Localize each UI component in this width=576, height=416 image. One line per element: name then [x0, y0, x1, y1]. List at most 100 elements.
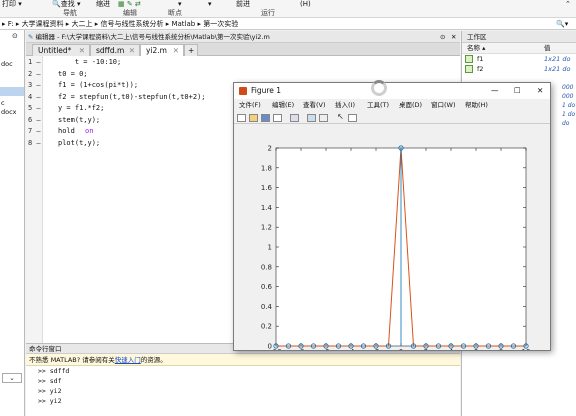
line-number[interactable]: 6 –	[28, 115, 43, 127]
section-label-run: 运行	[261, 9, 275, 17]
file-item-selected[interactable]	[0, 87, 24, 96]
new-figure-icon[interactable]	[237, 114, 246, 122]
tab-untitled[interactable]: Untitled* ✕	[32, 44, 90, 56]
figure-titlebar[interactable]: Figure 1 — ☐ ✕	[234, 83, 550, 99]
indent-button[interactable]: 缩进	[96, 0, 110, 9]
menu-tools[interactable]: 工具(T)	[367, 99, 389, 112]
breadcrumb-4[interactable]: Matlab	[171, 20, 195, 28]
editor-close-icon[interactable]: ✕	[451, 31, 456, 42]
editor-icon: ✎	[28, 33, 34, 41]
add-tab-button[interactable]: +	[184, 44, 198, 56]
command-window-notice: 不熟悉 MATLAB? 请参阅有关快速入门的资源。	[26, 354, 460, 366]
run-advance-button[interactable]: (H)	[300, 0, 311, 9]
line-number[interactable]: 7 –	[28, 126, 43, 138]
matrix-icon	[465, 65, 473, 73]
close-icon[interactable]: ✕	[79, 45, 85, 56]
line-number[interactable]: 3 –	[28, 80, 43, 92]
editor-path: 编辑器 - F:\大学课程资料\大二上\信号与线性系统分析\Matlab\第一次…	[35, 33, 270, 41]
section-label-nav: 导航	[63, 9, 77, 17]
search-folder-icon[interactable]: 🔍▾	[556, 18, 568, 30]
legend-icon[interactable]	[319, 114, 328, 122]
menu-help[interactable]: 帮助(H)	[465, 99, 488, 112]
tab-yi2[interactable]: yi2.m ✕	[140, 44, 184, 56]
breadcrumb-2[interactable]: 大二上	[72, 20, 93, 28]
menu-view[interactable]: 查看(V)	[303, 99, 326, 112]
close-icon[interactable]: ✕	[129, 45, 135, 56]
tab-sdffd[interactable]: sdffd.m ✕	[90, 44, 140, 56]
matrix-icon	[465, 55, 473, 63]
code-text: t0 = 0;	[58, 69, 88, 78]
menu-edit[interactable]: 编辑(E)	[272, 99, 294, 112]
close-button[interactable]: ✕	[537, 83, 543, 99]
editor-titlebar: ✎ 编辑器 - F:\大学课程资料\大二上\信号与线性系统分析\Matlab\第…	[26, 31, 460, 43]
section-label-breakpoints: 断点	[168, 9, 182, 17]
line-number[interactable]: 5 –	[28, 103, 43, 115]
drive-crumb[interactable]: ▸ F: ▸	[0, 20, 22, 28]
save-icon[interactable]	[261, 114, 270, 122]
print-icon[interactable]	[273, 114, 282, 122]
open-file-icon[interactable]	[249, 114, 258, 122]
breadcrumb-5[interactable]: 第一次实验	[203, 20, 238, 28]
print-button[interactable]: 打印 ▾	[2, 0, 22, 9]
line-number[interactable]: 1 –	[28, 57, 43, 69]
link-plot-icon[interactable]	[290, 114, 299, 122]
workspace-row[interactable]: f2 1x21 do	[462, 64, 576, 74]
file-item[interactable]: doc	[1, 60, 13, 68]
code-text: y = f1.*f2;	[58, 104, 105, 112]
minimize-button[interactable]: —	[491, 83, 499, 99]
code-text: t = -10:10;	[58, 58, 122, 66]
collapse-toolstrip-icon[interactable]: ⌃	[565, 0, 571, 9]
keyword-on: on	[85, 127, 94, 135]
current-folder-bar[interactable]: ▸ F: ▸ 大学课程资料 ▸ 大二上 ▸ 信号与线性系统分析 ▸ Matlab…	[0, 18, 576, 30]
colorbar-icon[interactable]	[307, 114, 316, 122]
file-item[interactable]: c	[1, 99, 5, 107]
menu-file[interactable]: 文件(F)	[239, 99, 261, 112]
maximize-button[interactable]: ☐	[514, 83, 521, 99]
menu-insert[interactable]: 插入(I)	[335, 99, 355, 112]
figure-window[interactable]: Figure 1 — ☐ ✕ 文件(F) 编辑(E) 查看(V) 插入(I) 工…	[233, 82, 551, 357]
chart-svg: -10-8-6-4-2024681000.20.40.60.811.21.41.…	[261, 145, 531, 357]
y-tick-label: 1	[268, 244, 272, 252]
menu-window[interactable]: 窗口(W)	[431, 99, 456, 112]
line-number[interactable]: 4 –	[28, 92, 43, 104]
code-text: f2 = stepfun(t,t0)-stepfun(t,t0+2);	[58, 92, 206, 101]
line-number[interactable]: 8 –	[28, 138, 43, 150]
editor-tabbar: Untitled* ✕ sdffd.m ✕ yi2.m ✕ +	[26, 43, 460, 56]
editor-menu-icon[interactable]: ⊙	[440, 31, 445, 42]
y-tick-label: 1.6	[261, 184, 273, 192]
line-number[interactable]: 2 –	[28, 69, 43, 81]
y-tick-label: 1.8	[261, 164, 272, 172]
close-icon[interactable]: ✕	[173, 45, 179, 56]
menu-desktop[interactable]: 桌面(D)	[399, 99, 422, 112]
breadcrumb-3[interactable]: 信号与线性系统分析	[101, 20, 164, 28]
y-tick-label: 0.8	[261, 263, 272, 271]
panel-menu-icon[interactable]: ⊙	[12, 32, 18, 40]
figure-title: Figure 1	[251, 86, 282, 95]
code-text: plot(t,y);	[58, 138, 101, 147]
getting-started-link[interactable]: 快速入门	[115, 356, 141, 364]
workspace-title: 工作区	[462, 31, 576, 43]
workspace-row[interactable]: f1 1x21 do	[462, 54, 576, 64]
property-inspector-icon[interactable]	[348, 114, 357, 122]
code-text: stem(t,y);	[58, 115, 101, 124]
edit-tools[interactable]: ▦ ✎ ⇄	[118, 0, 141, 9]
col-name-header[interactable]: 名称 ▴	[467, 43, 485, 54]
breakpoint-button[interactable]: ▾	[178, 0, 182, 9]
file-item[interactable]: docx	[1, 108, 17, 116]
search-icon: 🔍	[52, 0, 61, 8]
y-tick-label: 1.4	[261, 204, 273, 212]
y-tick-label: 0.6	[261, 283, 273, 291]
command-window[interactable]: 命令行窗口 不熟悉 MATLAB? 请参阅有关快速入门的资源。 >> sdffd…	[26, 343, 460, 416]
history-line: >> sdf	[38, 377, 62, 385]
y-tick-label: 0.2	[261, 323, 272, 331]
col-value-header[interactable]: 值	[544, 43, 551, 54]
section-label-edit: 编辑	[123, 9, 137, 17]
plot-area: -10-8-6-4-2024681000.20.40.60.811.21.41.…	[234, 124, 550, 357]
advance-button[interactable]: 前进	[236, 0, 250, 9]
run-dropdown-button[interactable]: ▾	[208, 0, 212, 9]
edit-plot-icon[interactable]: ↖	[336, 113, 345, 122]
details-chevron-down-icon[interactable]: ⌄	[2, 373, 22, 383]
find-button[interactable]: 🔍查找 ▾	[52, 0, 80, 9]
breadcrumb-1[interactable]: 大学课程资料	[22, 20, 64, 28]
code-text: hold	[58, 127, 80, 135]
